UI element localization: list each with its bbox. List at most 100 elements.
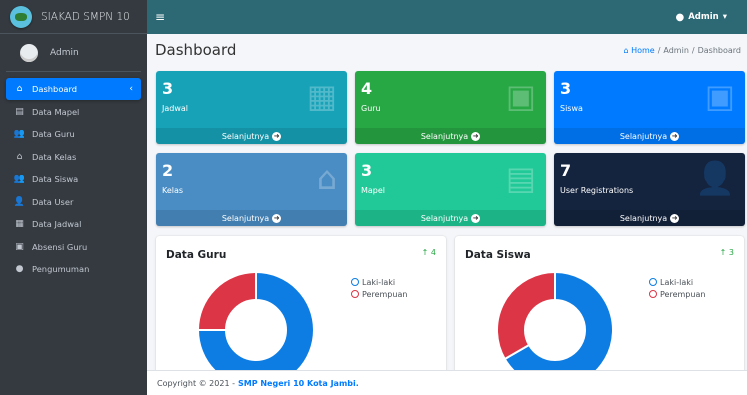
box-label: Mapel: [361, 186, 386, 195]
breadcrumb-current: Dashboard: [697, 45, 741, 55]
users-icon: 👥: [13, 129, 26, 139]
dashboard-icon: ⌂: [16, 84, 23, 94]
legend-item[interactable]: Perempuan: [649, 289, 705, 301]
admin-label: Admin: [688, 12, 719, 22]
content-header: Dashboard ⌂ Home / Admin / Dashboard: [147, 34, 747, 66]
calendar-check-icon: ▣: [15, 241, 24, 252]
menu-toggle-icon[interactable]: ≡: [155, 10, 165, 24]
avatar: [20, 43, 38, 62]
school-logo-icon: [10, 5, 32, 28]
donut-slice-perempuan[interactable]: [496, 270, 556, 361]
box-mapel: 3 Mapel ▤ Selanjutnya ➜: [355, 153, 546, 226]
card-stat: ↑ 4: [421, 248, 436, 257]
id-card-icon: ▣: [505, 77, 536, 115]
arrow-circle-right-icon: ➜: [272, 131, 282, 141]
arrow-up-icon: ↑: [421, 248, 429, 257]
box-count: 3: [560, 79, 572, 98]
box-kelas: 2 Kelas ⌂ Selanjutnya ➜: [156, 153, 347, 226]
box-jadwal: 3 Jadwal ▦ Selanjutnya ➜: [156, 71, 347, 144]
donut-slice-perempuan[interactable]: [196, 270, 257, 331]
breadcrumb-admin[interactable]: Admin: [663, 46, 689, 55]
brand-link[interactable]: SIAKAD SMPN 10: [0, 0, 147, 34]
sidebar-item-label: Data User: [32, 196, 74, 207]
sidebar-item-data-jadwal[interactable]: ▦ Data Jadwal: [6, 213, 141, 235]
box-label: Siswa: [560, 104, 583, 113]
sidebar-item-label: Data Siswa: [32, 174, 79, 184]
box-count: 7: [560, 161, 572, 180]
box-guru: 4 Guru ▣ Selanjutnya ➜: [355, 71, 546, 144]
box-more-link[interactable]: Selanjutnya ➜: [355, 210, 546, 226]
info-icon: ●: [15, 264, 24, 274]
sidebar-nav: ⌂ Dashboard ‹ ▤ Data Mapel 👥 Data Guru ⌂…: [0, 78, 147, 280]
sidebar: SIAKAD SMPN 10 Admin ⌂ Dashboard ‹ ▤ Dat…: [0, 0, 147, 395]
card-title: Data Siswa: [465, 249, 531, 261]
home-icon: ⌂: [316, 159, 337, 197]
chevron-left-icon: ‹: [129, 84, 133, 94]
caret-down-icon: ▾: [722, 12, 727, 22]
box-count: 3: [162, 79, 174, 98]
sidebar-item-label: Absensi Guru: [32, 241, 88, 252]
sidebar-item-dashboard[interactable]: ⌂ Dashboard ‹: [6, 78, 141, 100]
legend-item[interactable]: Laki-laki: [649, 277, 705, 289]
page-footer: Copyright © 2021 - SMP Negeri 10 Kota Ja…: [147, 370, 747, 395]
sidebar-item-data-siswa[interactable]: 👥 Data Siswa: [6, 168, 141, 190]
box-more-link[interactable]: Selanjutnya ➜: [355, 128, 546, 144]
card-stat: ↑ 3: [719, 248, 734, 257]
card-data-siswa: Data Siswa ↑ 3 Laki-laki Perempuan: [455, 236, 744, 376]
sidebar-item-absensi-guru[interactable]: ▣ Absensi Guru: [6, 236, 141, 258]
box-siswa: 3 Siswa ▣ Selanjutnya ➜: [554, 71, 745, 144]
box-count: 2: [162, 161, 174, 180]
arrow-circle-right-icon: ➜: [670, 131, 680, 141]
box-label: Jadwal: [162, 104, 189, 113]
sidebar-item-data-guru[interactable]: 👥 Data Guru: [6, 123, 141, 145]
sidebar-item-label: Data Jadwal: [32, 219, 82, 229]
donut-chart-siswa: [496, 270, 614, 376]
users-icon: 👥: [13, 174, 26, 184]
sidebar-item-data-kelas[interactable]: ⌂ Data Kelas: [6, 146, 141, 168]
box-more-link[interactable]: Selanjutnya ➜: [554, 128, 745, 144]
chart-legend: Laki-laki Perempuan: [351, 277, 407, 301]
sidebar-item-label: Data Kelas: [32, 151, 77, 162]
home-icon: ⌂: [16, 151, 23, 162]
donut-chart-guru: [196, 270, 315, 376]
sidebar-item-data-mapel[interactable]: ▤ Data Mapel: [6, 101, 141, 123]
breadcrumb: ⌂ Home / Admin / Dashboard: [623, 45, 741, 55]
calendar-icon: ▦: [306, 77, 337, 115]
box-label: User Registrations: [560, 186, 634, 195]
sidebar-item-label: Data Mapel: [32, 106, 80, 117]
box-user-registrations: 7 User Registrations 👤 Selanjutnya ➜: [554, 153, 745, 226]
box-label: Guru: [361, 104, 381, 113]
admin-dropdown[interactable]: ● Admin ▾: [675, 12, 727, 23]
copyright-text: Copyright © 2021 -: [157, 378, 235, 388]
sidebar-item-label: Dashboard: [32, 84, 78, 94]
box-count: 3: [361, 161, 373, 180]
sidebar-item-pengumuman[interactable]: ● Pengumuman: [6, 258, 141, 280]
id-card-icon: ▣: [704, 77, 735, 115]
user-plus-icon: 👤: [695, 159, 735, 197]
user-plus-icon: 👤: [13, 196, 26, 207]
legend-item[interactable]: Perempuan: [351, 289, 407, 301]
user-circle-icon: ●: [675, 11, 685, 23]
arrow-up-icon: ↑: [719, 248, 727, 257]
book-icon: ▤: [505, 159, 536, 197]
box-more-link[interactable]: Selanjutnya ➜: [156, 128, 347, 144]
arrow-circle-right-icon: ➜: [272, 213, 282, 223]
home-icon: ⌂: [623, 45, 629, 55]
chart-legend: Laki-laki Perempuan: [649, 277, 705, 301]
page-title: Dashboard: [155, 41, 237, 59]
box-more-link[interactable]: Selanjutnya ➜: [156, 210, 347, 226]
calendar-icon: ▦: [15, 219, 24, 229]
box-count: 4: [361, 79, 373, 98]
sidebar-item-data-user[interactable]: 👤 Data User: [6, 191, 141, 213]
legend-item[interactable]: Laki-laki: [351, 277, 407, 289]
top-navbar: ≡ ● Admin ▾: [147, 0, 747, 34]
user-panel[interactable]: Admin: [6, 34, 141, 72]
card-title: Data Guru: [166, 249, 227, 261]
box-label: Kelas: [162, 186, 184, 195]
brand-name: SIAKAD SMPN 10: [41, 10, 130, 23]
card-data-guru: Data Guru ↑ 4 Laki-laki Perempuan: [156, 236, 446, 376]
arrow-circle-right-icon: ➜: [471, 213, 481, 223]
school-link[interactable]: SMP Negeri 10 Kota Jambi.: [238, 379, 359, 388]
breadcrumb-home[interactable]: ⌂ Home: [623, 46, 654, 55]
box-more-link[interactable]: Selanjutnya ➜: [554, 210, 745, 226]
